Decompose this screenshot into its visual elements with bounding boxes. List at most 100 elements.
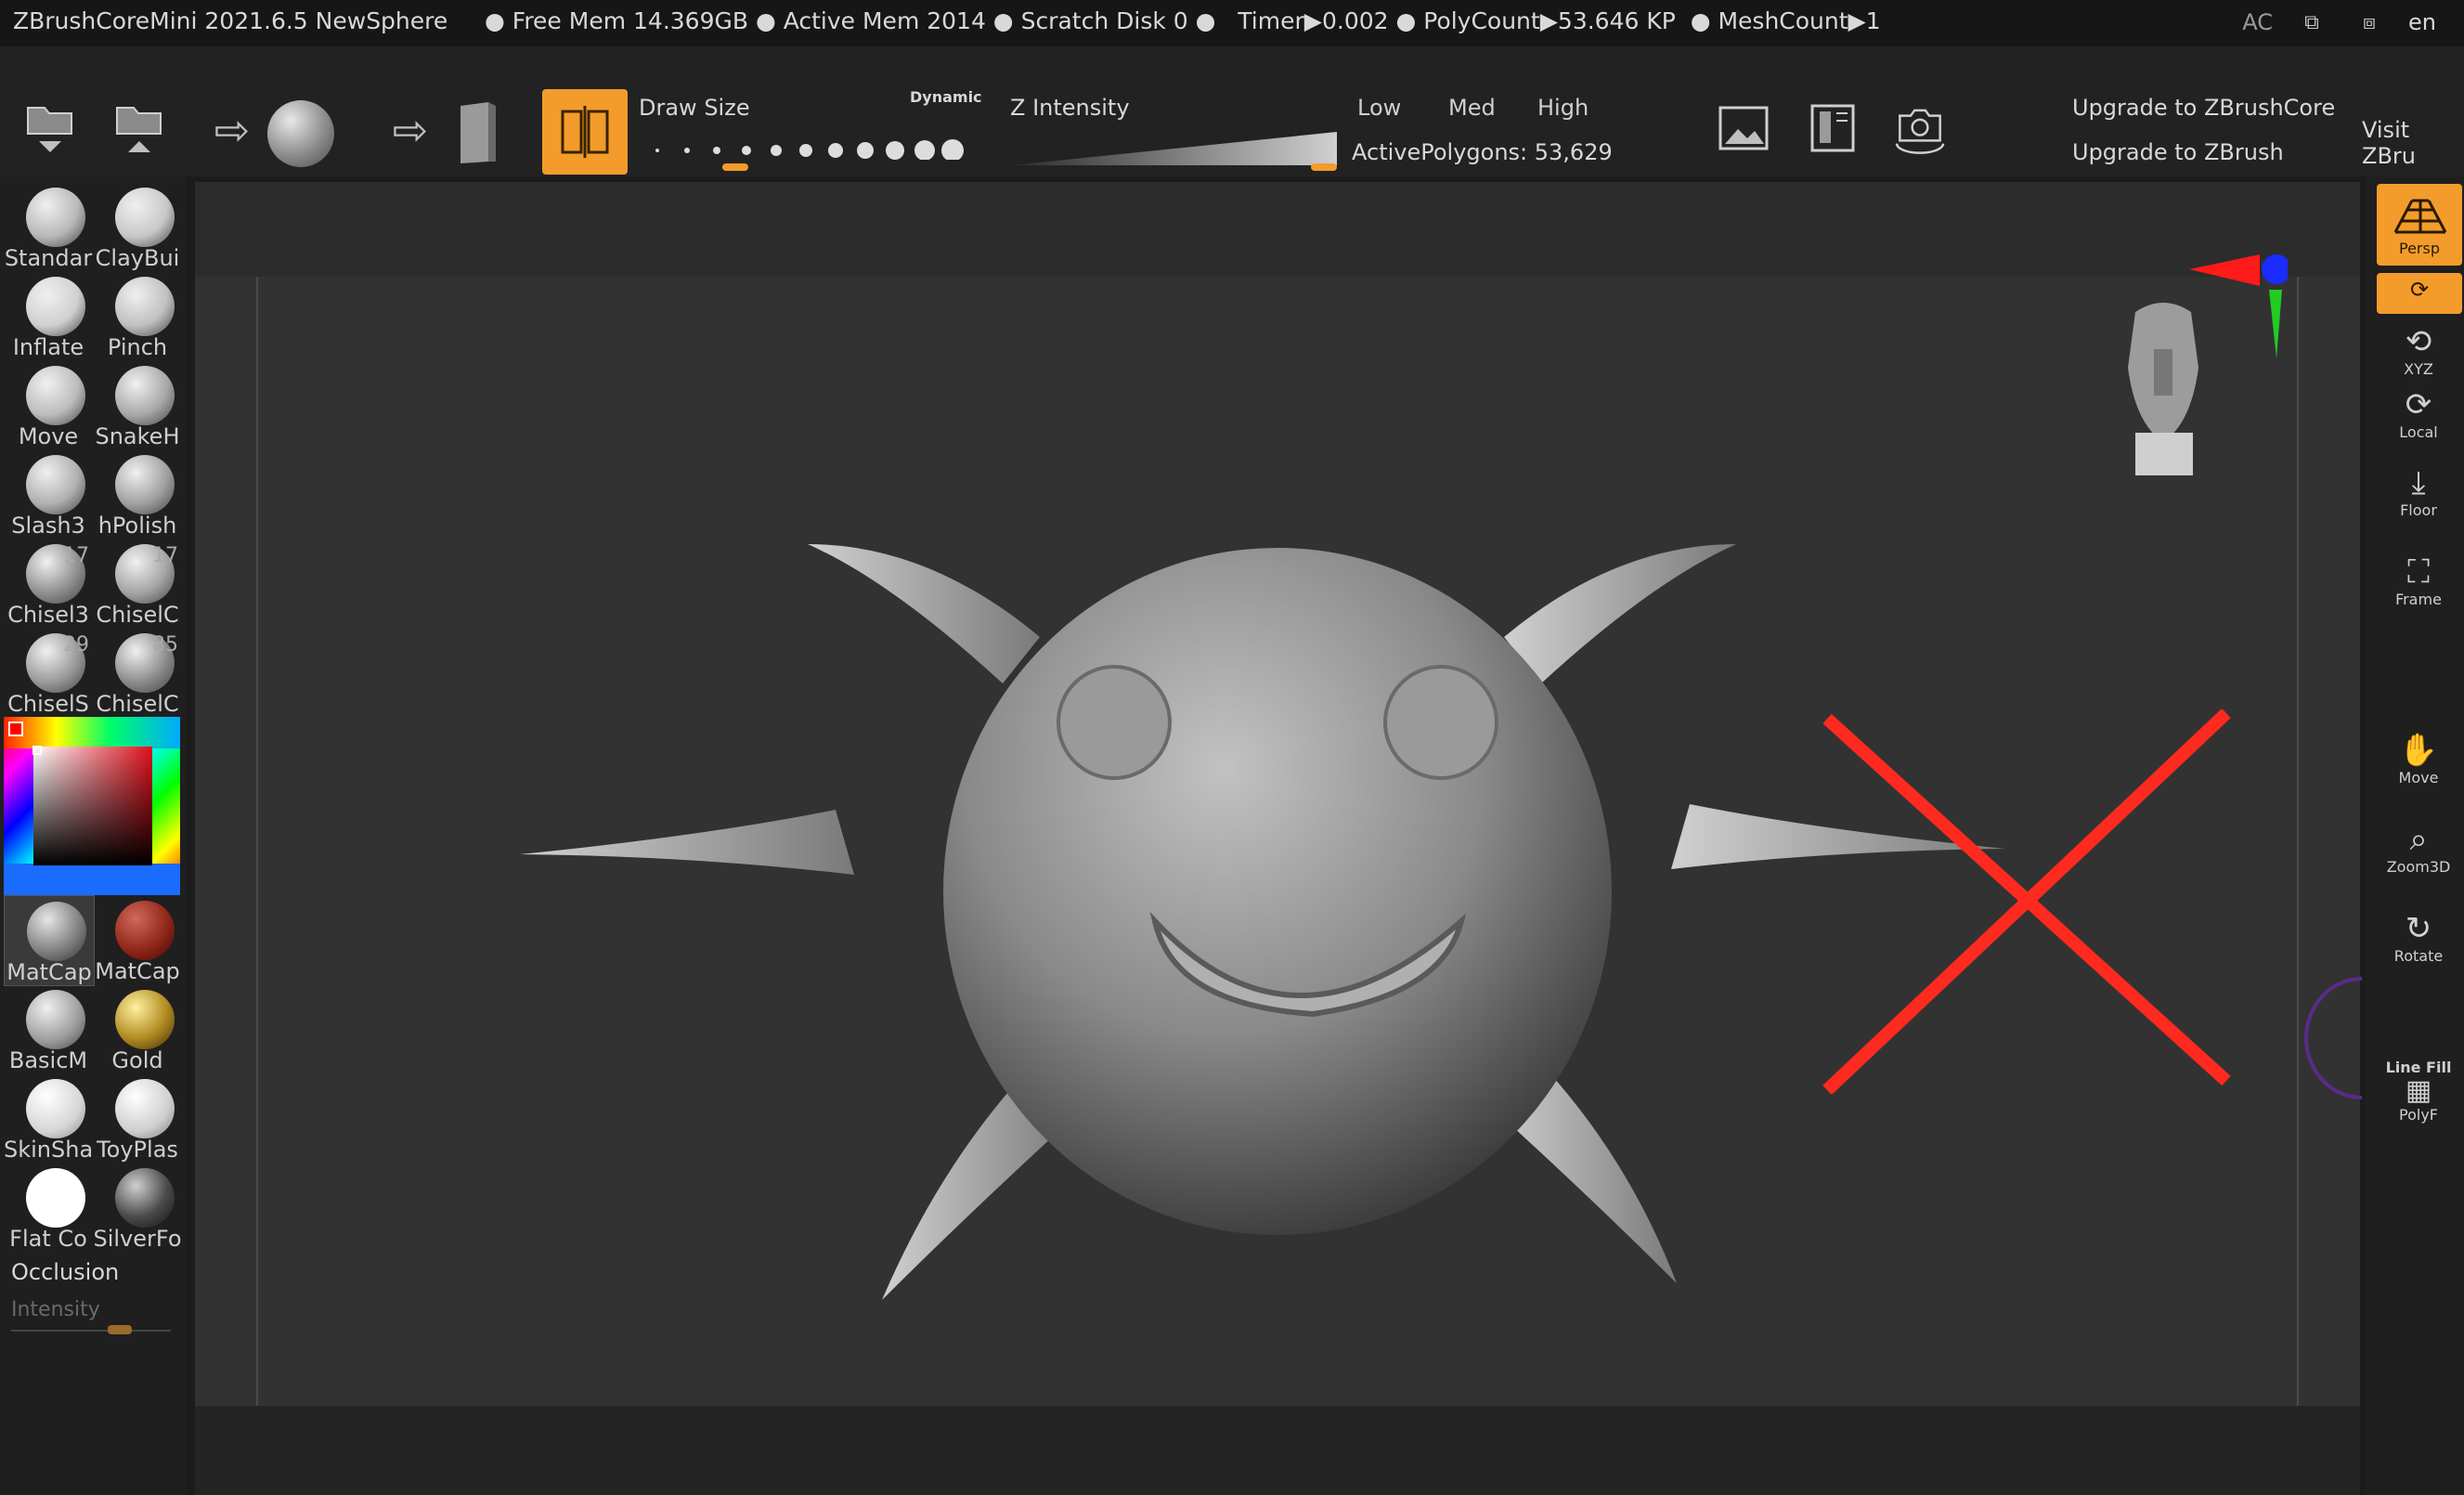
occlusion-label[interactable]: Occlusion [11, 1259, 119, 1285]
brush-label: Move [18, 423, 79, 449]
status-right: AC ⧉ ⧈ en [2242, 6, 2464, 39]
brush-tile[interactable]: ChiselS 29 [4, 628, 93, 717]
material-label: Gold [111, 1047, 163, 1073]
brush-thumbnail [26, 366, 85, 425]
window-restore-icon[interactable]: ⧉ [2293, 8, 2330, 36]
brush-label: Standar [4, 245, 93, 271]
upgrade-zbrush-link[interactable]: Upgrade to ZBrush [2072, 139, 2284, 165]
plane-tool-icon[interactable] [457, 100, 499, 165]
floor-toggle-button[interactable]: ⟳ [2377, 273, 2462, 314]
brush-tile[interactable]: ChiselC 85 [93, 628, 182, 717]
zoom3d-button[interactable]: ⌕ Zoom3D [2377, 821, 2460, 876]
hand-icon: ✋ [2398, 732, 2439, 769]
occlusion-intensity-label: Intensity [11, 1298, 100, 1321]
material-tile[interactable]: Flat Co [4, 1163, 93, 1252]
material-thumbnail [26, 1168, 85, 1228]
brush-tile[interactable]: Inflate [4, 271, 93, 360]
arrow-right-icon: ⇨ [214, 105, 251, 155]
symmetry-button[interactable] [542, 89, 628, 175]
document-icon[interactable] [1805, 100, 1861, 156]
occlusion-intensity-knob[interactable] [108, 1325, 132, 1334]
material-tile[interactable]: ToyPlas [93, 1073, 182, 1163]
med-preset-button[interactable]: Med [1448, 95, 1496, 121]
brush-tile[interactable]: Slash3 [4, 449, 93, 539]
move-view-button[interactable]: ✋ Move [2377, 732, 2460, 786]
bottom-tray [195, 1406, 2360, 1495]
high-preset-button[interactable]: High [1537, 95, 1589, 121]
brush-tile[interactable]: Standar [4, 182, 93, 271]
material-tile[interactable]: SilverFo [93, 1163, 182, 1252]
language-selector[interactable]: en [2408, 9, 2436, 35]
brush-tile[interactable]: Pinch [93, 271, 182, 360]
visit-zbrush-link[interactable]: Visit ZBru [2362, 117, 2464, 169]
local-icon: ⟳ [2405, 386, 2432, 423]
material-label: ToyPlas [97, 1137, 178, 1163]
material-thumbnail [26, 990, 85, 1049]
arrow-right-icon: ⇨ [392, 105, 429, 155]
frame-label: Frame [2395, 591, 2442, 608]
xyz-label: XYZ [2404, 360, 2433, 378]
save-project-icon[interactable] [111, 95, 167, 160]
persp-label: Persp [2399, 240, 2440, 257]
low-preset-button[interactable]: Low [1357, 95, 1401, 121]
status-bar: ZBrushCoreMini 2021.6.5 NewSphere ● Free… [0, 0, 2464, 46]
axis-gizmo[interactable] [2185, 249, 2288, 366]
draw-size-label: Draw Size [639, 95, 750, 121]
open-project-icon[interactable] [22, 95, 78, 160]
z-intensity-marker[interactable] [1311, 163, 1337, 171]
perspective-button[interactable]: Persp [2377, 184, 2462, 266]
material-tile[interactable]: MatCap [4, 895, 95, 986]
brush-count: 17 [63, 544, 89, 567]
material-tile[interactable]: Gold [93, 984, 182, 1073]
floor-button[interactable]: ⤓ Floor [2377, 464, 2460, 519]
z-intensity-label: Z Intensity [1010, 95, 1130, 121]
sphere-tool-icon[interactable] [267, 100, 334, 167]
xyz-button[interactable]: ⟲ XYZ [2377, 323, 2460, 378]
dynamic-toggle[interactable]: Dynamic [910, 88, 982, 106]
brush-tile[interactable]: ChiselC 17 [93, 539, 182, 628]
z-intensity-slider[interactable] [1012, 128, 1337, 167]
rotate-label: Rotate [2393, 947, 2444, 965]
material-tile[interactable]: BasicM [4, 984, 93, 1073]
rotate-view-button[interactable]: ↻ Rotate [2377, 910, 2460, 965]
sphere-model[interactable] [501, 492, 2024, 1309]
brush-thumbnail [115, 188, 175, 247]
upgrade-zbrushcore-link[interactable]: Upgrade to ZBrushCore [2072, 95, 2335, 121]
color-picker[interactable] [4, 717, 180, 895]
camera-icon[interactable] [1892, 100, 1948, 156]
floor-icon: ⤓ [2411, 464, 2426, 501]
brush-label: ChiselS [7, 691, 89, 717]
local-button[interactable]: ⟳ Local [2377, 386, 2460, 441]
brush-count: 85 [152, 633, 178, 656]
zoom3d-label: Zoom3D [2386, 858, 2451, 876]
frame-button[interactable]: ⛶ Frame [2377, 553, 2460, 608]
brush-label: Pinch [107, 334, 168, 360]
image-icon[interactable] [1716, 100, 1771, 156]
brush-label: SnakeH [95, 423, 180, 449]
window-layout-icon[interactable]: ⧈ [2351, 8, 2388, 36]
eye [1383, 665, 1498, 780]
ac-label[interactable]: AC [2242, 9, 2273, 35]
polyframe-grid-icon: ▦ [2405, 1074, 2432, 1107]
viewport-guide-right [2297, 277, 2299, 1406]
material-tile[interactable]: MatCap [93, 895, 182, 984]
brush-tile[interactable]: Chisel3 17 [4, 539, 93, 628]
brush-tile[interactable]: ClayBui [93, 182, 182, 271]
brush-tile[interactable]: SnakeH [93, 360, 182, 449]
magnifier-icon: ⌕ [2409, 821, 2428, 858]
brush-tile[interactable]: hPolish [93, 449, 182, 539]
brush-thumbnail [115, 277, 175, 336]
rotate-xyz-icon: ⟲ [2405, 323, 2432, 360]
frame-icon: ⛶ [2407, 553, 2430, 591]
occlusion-intensity-slider[interactable] [11, 1330, 171, 1332]
material-thumbnail [115, 990, 175, 1049]
brush-tile[interactable]: Move [4, 360, 93, 449]
line-fill-button[interactable]: Line Fill ▦ PolyF [2377, 1059, 2460, 1124]
material-tile[interactable]: SkinSha [4, 1073, 93, 1163]
draw-size-marker[interactable] [722, 163, 748, 171]
draw-size-slider[interactable] [650, 132, 975, 160]
material-label: MatCap [95, 958, 180, 984]
rotate-small-icon: ⟳ [2409, 277, 2430, 303]
grid-icon [2393, 199, 2447, 234]
material-thumbnail [26, 1079, 85, 1138]
